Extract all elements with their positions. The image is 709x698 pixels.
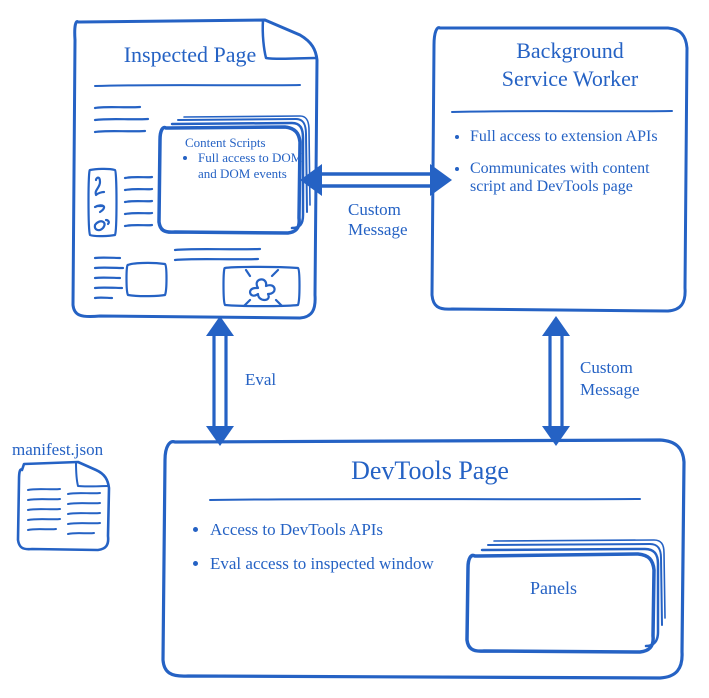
- background-title-2: Service Worker: [470, 66, 670, 92]
- manifest-label: manifest.json: [12, 440, 103, 460]
- content-scripts-bullet: Full access to DOM and DOM events: [198, 150, 308, 182]
- arrow-label-custom-2a: Custom: [580, 358, 633, 378]
- diagram-canvas: [0, 0, 709, 698]
- arrow-eval: [206, 316, 234, 446]
- manifest-file-icon: [18, 462, 109, 550]
- background-bullet-1: Full access to extension APIs: [470, 128, 680, 146]
- arrow-label-custom-1b: Message: [348, 220, 407, 240]
- arrow-custom-message-right: [542, 316, 570, 446]
- devtools-bullet-1: Access to DevTools APIs: [210, 520, 510, 540]
- inspected-page-title: Inspected Page: [90, 42, 290, 68]
- devtools-bullet-2: Eval access to inspected window: [210, 554, 510, 574]
- arrow-label-eval: Eval: [245, 370, 276, 390]
- content-scripts-title: Content Scripts: [185, 135, 266, 151]
- background-bullet-2: Communicates with content script and Dev…: [470, 160, 680, 196]
- arrow-label-custom-1a: Custom: [348, 200, 401, 220]
- background-title-1: Background: [470, 38, 670, 64]
- arrow-label-custom-2b: Message: [580, 380, 639, 400]
- panels-label: Panels: [530, 578, 577, 599]
- devtools-title: DevTools Page: [300, 456, 560, 486]
- arrow-custom-message-top: [300, 164, 452, 196]
